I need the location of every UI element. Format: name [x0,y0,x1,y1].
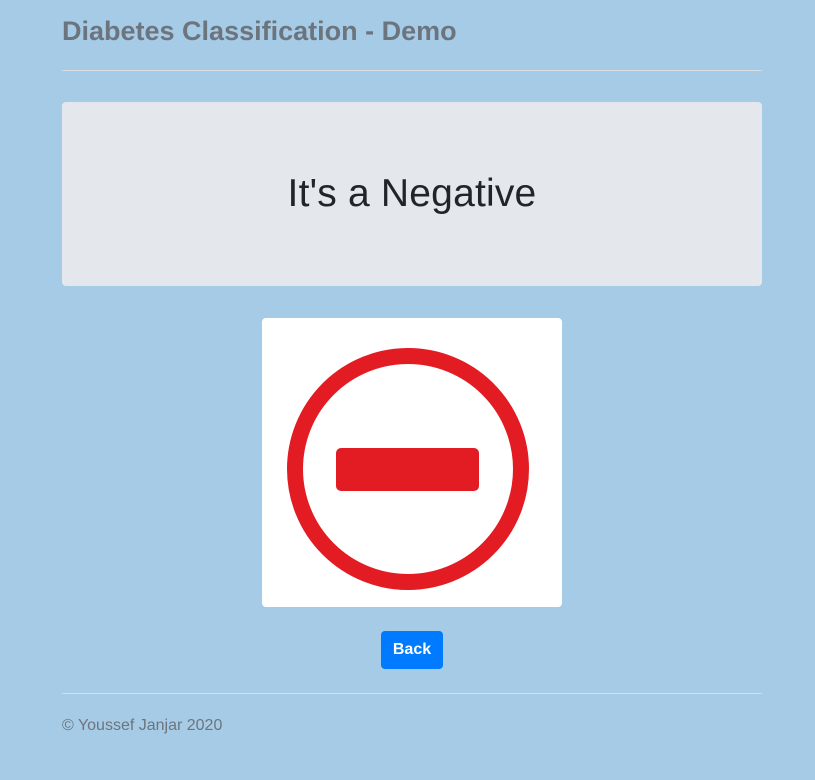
page-container: Diabetes Classification - Demo It's a Ne… [62,0,762,734]
no-entry-icon [287,348,529,590]
site-title: Diabetes Classification - Demo [62,16,457,46]
result-heading: It's a Negative [287,172,537,215]
back-button[interactable]: Back [381,631,443,669]
copyright-text: © Youssef Janjar 2020 [62,717,223,734]
result-image [262,318,562,607]
page-footer: © Youssef Janjar 2020 [62,693,762,734]
result-panel: It's a Negative [62,102,762,286]
page-header: Diabetes Classification - Demo [62,0,762,71]
